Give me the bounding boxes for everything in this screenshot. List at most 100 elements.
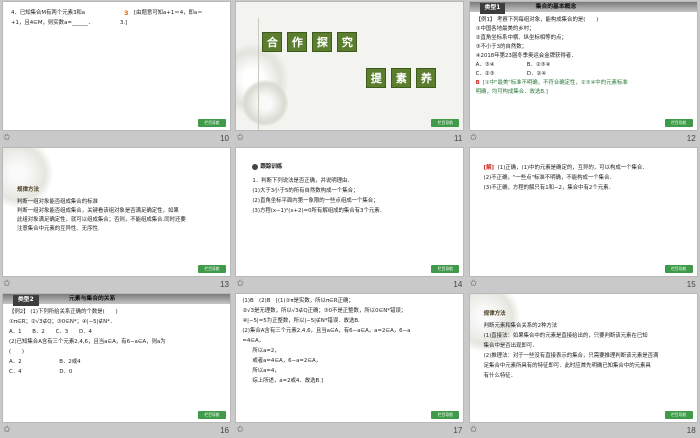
- slide-cell-18[interactable]: 规律方法 判断元素和集合关系的2种方法 (1)直接法：如果集合中的元素是直接给出…: [467, 292, 700, 438]
- solution-text: (3)不正确，方程的解只有1和−2，集合中有2个元素．: [483, 185, 614, 191]
- example-text: ④2018年第23届冬季奥运会金牌获得者．: [475, 53, 577, 59]
- category-badge: 类型2: [13, 295, 39, 306]
- method-text: 有什么特征．: [483, 373, 517, 379]
- title-tile: 素: [391, 68, 412, 88]
- title-tile: 探: [312, 32, 333, 52]
- slide-13[interactable]: 规律方法 判断一组对象能否组成集合的标准 判断一组对象能否组成集合，关键看该组对…: [2, 147, 231, 277]
- nav-button[interactable]: 栏目导航: [431, 265, 460, 273]
- slide-meta: ✩ 17: [235, 424, 464, 437]
- slide-meta: ✩ 16: [2, 424, 231, 437]
- answer-explanation-cont: 3.]: [120, 20, 128, 26]
- slide-number: 12: [686, 134, 696, 143]
- slide-15[interactable]: [解] (1)正确，(1)中的元素是确定的，互异的，可以构成一个集合． (2)不…: [468, 147, 698, 277]
- slide-cell-12[interactable]: 类型1 集合的基本概念 【例1】 考察下列每组对象，能构成集合的是( ) ①中国…: [467, 0, 700, 146]
- slide-meta: ✩ 18: [469, 424, 698, 437]
- slide-18[interactable]: 规律方法 判断元素和集合关系的2种方法 (1)直接法：如果集合中的元素是直接给出…: [468, 293, 698, 423]
- section-label: 跟踪训练: [260, 164, 283, 170]
- solution-text: =4∈A，: [242, 338, 265, 344]
- star-icon: ✩: [469, 133, 478, 143]
- method-text: (2)推理法：对于一些没有直接表示的集合，只需要推理判断该元素是否满: [483, 353, 659, 359]
- title-tile: 合: [262, 32, 283, 52]
- section-label: 规律方法: [483, 311, 506, 317]
- slide-cell-16[interactable]: 类型2 元素与集合的关系 【例2】 (1)下列所给关系正确的个数是( ) ①π∈…: [0, 292, 233, 438]
- method-text: 判断元素和集合关系的2种方法: [483, 323, 558, 329]
- section-label: 规律方法: [17, 187, 40, 193]
- star-icon: ✩: [236, 133, 244, 143]
- flower-decoration: [242, 80, 289, 126]
- example-text: ( ): [9, 349, 24, 355]
- solution-text: 综上所述，a=2或4．故选B.]: [252, 378, 324, 384]
- slide-number: 10: [220, 134, 229, 143]
- exercise-text: 1．判断下列说法是否正确，并说明理由．: [252, 178, 353, 184]
- solution-answer: B: [475, 80, 480, 86]
- nav-button[interactable]: 栏目导航: [198, 119, 226, 127]
- bullet-icon: [252, 164, 259, 170]
- solution-text: 所以a=2，: [252, 348, 280, 354]
- slide-text: +1，且4∈M，则实数a=______．: [11, 20, 94, 26]
- solution-label: [解]: [483, 165, 494, 171]
- solution-text: 明确，均可构成集合．故选B.]: [475, 89, 548, 95]
- method-text: 判断一组对象能否组成集合的标准: [17, 199, 98, 205]
- slide-number: 18: [686, 426, 696, 435]
- slide-meta: ✩ 15: [469, 278, 698, 291]
- title-tile: 提: [366, 68, 387, 88]
- nav-button[interactable]: 栏目导航: [198, 265, 226, 273]
- slide-meta: ✩ 14: [235, 278, 464, 291]
- nav-button[interactable]: 栏目导航: [431, 411, 460, 419]
- star-icon: ✩: [3, 425, 11, 435]
- category-badge: 类型1: [479, 3, 506, 14]
- answer-value: 3: [124, 9, 129, 17]
- slide-10[interactable]: 4．已知集合M有两个元素3和a +1，且4∈M，则实数a=______． 3 […: [2, 1, 231, 131]
- slide-number: 13: [220, 280, 229, 289]
- nav-button[interactable]: 栏目导航: [664, 119, 693, 127]
- slide-cell-14[interactable]: 跟踪训练 1．判断下列说法是否正确，并说明理由． (1)大于3小于5的所有自然数…: [233, 146, 466, 292]
- divider: [258, 18, 260, 130]
- star-icon: ✩: [3, 279, 11, 289]
- solution-text: ④|−5|=5为正整数，所以|−5|∉N*错误．故选B.: [242, 318, 360, 324]
- slide-17[interactable]: (1)B (2)B [(1)①π是实数，所以π∈R正确； ②√3是无理数，所以√…: [235, 293, 465, 423]
- option-text: C．4 D．0: [9, 369, 73, 375]
- method-text: 集合中是否出现即可．: [483, 343, 538, 349]
- title-tile: 养: [416, 68, 437, 88]
- solution-text: ②√3是无理数，所以√3∉Q正确；③0不是正整数，所以0∈N*错误；: [242, 308, 407, 314]
- slide-11[interactable]: 合 作 探 究 提 素 养 栏目导航: [235, 1, 465, 131]
- nav-button[interactable]: 栏目导航: [664, 265, 693, 273]
- slide-cell-11[interactable]: 合 作 探 究 提 素 养 栏目导航 ✩ 11: [233, 0, 466, 146]
- method-text: 此组对象满足确定性，就可以组成集合；否则，不能组成集合.同时还要: [17, 217, 186, 223]
- example-text: 【例1】 考察下列每组对象，能构成集合的是( ): [475, 17, 599, 23]
- slide-number: 17: [453, 426, 463, 435]
- slide-cell-17[interactable]: (1)B (2)B [(1)①π是实数，所以π∈R正确； ②√3是无理数，所以√…: [233, 292, 466, 438]
- slide-16[interactable]: 类型2 元素与集合的关系 【例2】 (1)下列所给关系正确的个数是( ) ①π∈…: [2, 293, 231, 423]
- example-text: ②直角坐标系中横、纵坐标相等的点；: [475, 35, 567, 41]
- exercise-text: (1)大于3小于5的所有自然数构成一个集合；: [252, 188, 359, 194]
- exercise-text: (3)方程(x−1)²(x+2)=0所有解组成的集合有3个元素．: [252, 208, 386, 214]
- slide-cell-15[interactable]: [解] (1)正确，(1)中的元素是确定的，互异的，可以构成一个集合． (2)不…: [467, 146, 700, 292]
- slide-number: 11: [454, 134, 463, 143]
- method-text: (1)直接法：如果集合中的元素是直接给出的，只要判断该元素在已知: [483, 333, 648, 339]
- star-icon: ✩: [469, 279, 478, 289]
- slide-number: 14: [453, 280, 463, 289]
- nav-button[interactable]: 栏目导航: [198, 411, 226, 419]
- title-tile: 究: [337, 32, 358, 52]
- slide-number: 15: [686, 280, 696, 289]
- example-text: (2)已知集合A含有三个元素2,4,6，且当a∈A，有6−a∈A，则a为: [9, 339, 166, 345]
- slide-grid: 4．已知集合M有两个元素3和a +1，且4∈M，则实数a=______． 3 […: [0, 0, 700, 438]
- example-text: ①π∈R；②√3∉Q；③0∈N*；④|−5|∉N*．: [9, 319, 116, 325]
- slide-cell-10[interactable]: 4．已知集合M有两个元素3和a +1，且4∈M，则实数a=______． 3 […: [0, 0, 233, 146]
- star-icon: ✩: [236, 425, 244, 435]
- example-text: ①中国各地最美的乡村；: [475, 26, 535, 32]
- exercise-text: (2)直角坐标平面内第一象限的一些点组成一个集合；: [252, 198, 379, 204]
- slide-12[interactable]: 类型1 集合的基本概念 【例1】 考察下列每组对象，能构成集合的是( ) ①中国…: [468, 1, 698, 131]
- nav-button[interactable]: 栏目导航: [664, 411, 693, 419]
- option-text: A．1 B．2 C．3 D．4: [9, 329, 92, 335]
- slide-14[interactable]: 跟踪训练 1．判断下列说法是否正确，并说明理由． (1)大于3小于5的所有自然数…: [235, 147, 465, 277]
- option-text: C．②③ D．②④: [475, 71, 547, 77]
- solution-text: 或者a=4∈A，6−a=2∈A，: [252, 358, 322, 364]
- method-text: 足集合中元素所具有的特征即可．此时应首先明确已知集合中的元素具: [483, 363, 651, 369]
- nav-button[interactable]: 栏目导航: [431, 119, 460, 127]
- slide-cell-13[interactable]: 规律方法 判断一组对象能否组成集合的标准 判断一组对象能否组成集合，关键看该组对…: [0, 146, 233, 292]
- category-title: 元素与集合的关系: [69, 296, 116, 302]
- solution-text: 所以a=4，: [252, 368, 280, 374]
- method-text: 判断一组对象能否组成集合，关键看该组对象是否满足确定性，如果: [17, 208, 179, 214]
- star-icon: ✩: [3, 133, 11, 143]
